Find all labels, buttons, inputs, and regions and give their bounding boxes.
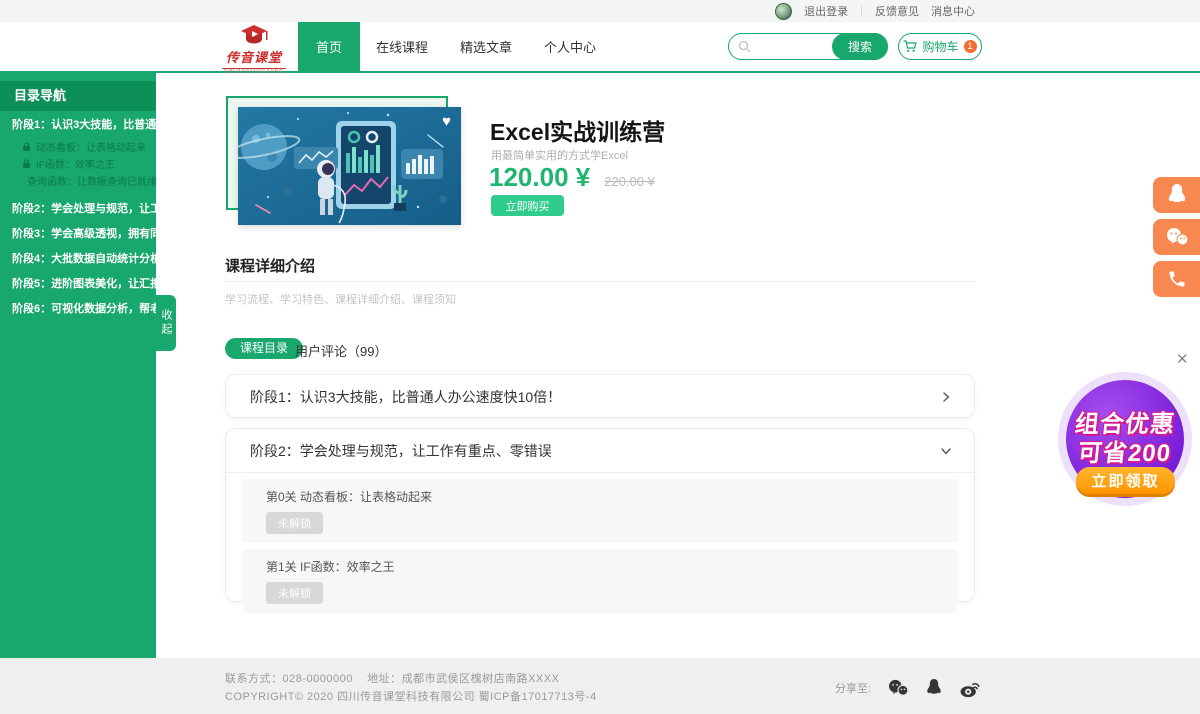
sidebar-stage-3[interactable]: 阶段3：学会高级透视，拥有同时... <box>0 220 156 245</box>
lesson-title: 第0关 动态看板：让表格动起来 <box>266 488 934 505</box>
chevron-down-icon <box>940 445 952 457</box>
logout-link[interactable]: 退出登录 <box>804 3 848 19</box>
footer-address: 地址：成都市武侯区槐树店南路XXXX <box>367 673 559 685</box>
stage-1-header[interactable]: 阶段1：认识3大技能，比普通人办公速度快10倍！ <box>226 375 974 419</box>
nav-item-courses[interactable]: 在线课程 <box>360 22 444 71</box>
heart-icon[interactable]: ♥ <box>442 113 451 130</box>
stage-1-title: 阶段1：认识3大技能，比普通人办公速度快10倍！ <box>250 387 561 407</box>
footer-contact-line: 联系方式：028-0000000 地址：成都市武侯区槐树店南路XXXX <box>225 670 559 686</box>
float-wechat-button[interactable] <box>1153 219 1200 255</box>
search-button[interactable]: 搜索 <box>832 33 888 60</box>
chevron-right-icon <box>940 391 952 403</box>
nav-item-home[interactable]: 首页 <box>298 22 360 71</box>
sidebar-lesson-label: 动态看板：让表格动起来 <box>36 139 146 154</box>
cart-label: 购物车 <box>922 38 958 55</box>
lock-icon <box>22 159 31 169</box>
share-wechat-icon[interactable] <box>887 679 909 697</box>
course-cover-image[interactable]: ♥ <box>238 107 461 225</box>
detail-section-title: 课程详细介绍 <box>225 255 315 276</box>
phone-icon <box>1167 269 1187 289</box>
lock-icon <box>22 142 31 152</box>
lesson-row[interactable]: 第0关 动态看板：让表格动起来 未解锁 <box>242 479 958 543</box>
course-cover-illustration <box>238 107 461 225</box>
sidebar-collapse-button[interactable]: 收起 <box>156 295 176 351</box>
share-weibo-icon[interactable] <box>959 679 981 698</box>
sidebar-stage-2-label: 阶段2：学会处理与规范，让工作... <box>12 200 181 216</box>
footer: 联系方式：028-0000000 地址：成都市武侯区槐树店南路XXXX COPY… <box>0 658 1200 714</box>
sidebar-stage-1[interactable]: 阶段1：认识3大技能，比普通人... <box>0 111 156 136</box>
section-divider <box>225 281 975 282</box>
logo-title: 传音课堂 <box>226 50 282 65</box>
user-avatar[interactable] <box>775 3 792 20</box>
sidebar-title: 目录导航 <box>0 81 156 111</box>
lesson-locked-badge: 未解锁 <box>266 582 323 604</box>
logo-graduation-cap-icon <box>237 25 271 49</box>
cart-count-badge: 1 <box>964 40 977 53</box>
stage-2-title: 阶段2：学会处理与规范，让工作有重点、零错误 <box>250 441 552 461</box>
sidebar-stage-4-label: 阶段4：大批数据自动统计分析，... <box>12 250 181 266</box>
detail-summary: 学习流程、学习特色、课程详细介绍、课程须知 <box>225 291 456 307</box>
promo-line-1: 组合优惠 <box>1073 410 1176 439</box>
cart-button[interactable]: 购物车 1 <box>898 33 982 60</box>
logo[interactable]: 传音课堂 CHUANYINKETANG <box>222 25 286 75</box>
topbar: 退出登录 | 反馈意见 消息中心 <box>0 0 1200 22</box>
promo-close-icon[interactable]: ✕ <box>1176 350 1189 368</box>
search-bar: 搜索 <box>728 33 888 60</box>
float-qq-button[interactable] <box>1153 177 1200 213</box>
original-price: 220.00 ¥ <box>604 174 655 189</box>
sidebar-stage-3-label: 阶段3：学会高级透视，拥有同时... <box>12 225 181 241</box>
lesson-row[interactable]: 第1关 IF函数：效率之王 未解锁 <box>242 549 958 613</box>
stage-2-header[interactable]: 阶段2：学会处理与规范，让工作有重点、零错误 <box>226 429 974 473</box>
topbar-right: 退出登录 | 反馈意见 消息中心 <box>775 0 975 22</box>
tab-course-catalog[interactable]: 课程目录 <box>225 338 303 359</box>
sidebar-stage-2[interactable]: 阶段2：学会处理与规范，让工作... <box>0 195 156 220</box>
collapse-label: 收起 <box>158 309 174 337</box>
sidebar-stage-4[interactable]: 阶段4：大批数据自动统计分析，... <box>0 245 156 270</box>
nav-item-articles[interactable]: 精选文章 <box>444 22 528 71</box>
tab-user-comments[interactable]: 用户评论（99） <box>295 341 387 360</box>
sidebar-lesson-item[interactable]: 动态看板：让表格动起来 <box>0 138 156 155</box>
lesson-title: 第1关 IF函数：效率之王 <box>266 558 934 575</box>
sidebar-stage-1-children: 动态看板：让表格动起来 IF函数：效率之王 查询函数：让数据查询已就绪 <box>0 138 156 189</box>
catalog-sidebar: 目录导航 阶段1：认识3大技能，比普通人... 动态看板：让表格动起来 IF函数… <box>0 73 156 658</box>
promo-claim-button[interactable]: 立即领取 <box>1076 467 1175 494</box>
buy-now-button[interactable]: 立即购买 <box>491 195 564 216</box>
sidebar-stage-1-label: 阶段1：认识3大技能，比普通人... <box>12 116 176 132</box>
sidebar-lesson-item[interactable]: IF函数：效率之王 <box>0 155 156 172</box>
current-price: 120.00 ¥ <box>489 162 590 193</box>
share-label: 分享至: <box>835 680 871 696</box>
price-row: 120.00 ¥ 220.00 ¥ <box>489 162 655 193</box>
sidebar-stage-6[interactable]: 阶段6：可视化数据分析，帮老板... <box>0 295 156 320</box>
lesson-locked-badge: 未解锁 <box>266 512 323 534</box>
float-phone-button[interactable] <box>1153 261 1200 297</box>
sidebar-stage-5[interactable]: 阶段5：进阶图表美化，让汇报一... <box>0 270 156 295</box>
sidebar-lesson-label: 查询函数：让数据查询已就绪 <box>27 173 157 188</box>
feedback-link[interactable]: 反馈意见 <box>875 3 919 19</box>
shopping-cart-icon <box>903 40 917 53</box>
header: 传音课堂 CHUANYINKETANG 首页 在线课程 精选文章 个人中心 搜索… <box>0 22 1200 73</box>
share-qq-icon[interactable] <box>925 678 943 698</box>
sidebar-lesson-item[interactable]: 查询函数：让数据查询已就绪 <box>0 172 156 189</box>
sidebar-stage-5-label: 阶段5：进阶图表美化，让汇报一... <box>12 275 181 291</box>
footer-contact: 联系方式：028-0000000 <box>225 673 353 685</box>
course-title: Excel实战训练营 <box>490 113 665 147</box>
search-icon <box>738 40 751 53</box>
promo-line-2: 可省200 <box>1077 439 1173 468</box>
page: 退出登录 | 反馈意见 消息中心 传音课堂 CHUANYINKETANG 首页 … <box>0 0 1200 714</box>
main-nav: 首页 在线课程 精选文章 个人中心 <box>298 22 612 71</box>
topbar-divider: | <box>860 5 863 17</box>
qq-penguin-icon <box>1166 183 1188 207</box>
sidebar-lesson-label: IF函数：效率之王 <box>36 156 115 171</box>
course-subtitle: 用最简单实用的方式学Excel <box>491 147 628 163</box>
nav-item-profile[interactable]: 个人中心 <box>528 22 612 71</box>
messages-link[interactable]: 消息中心 <box>931 3 975 19</box>
footer-copyright: COPYRIGHT© 2020 四川传音课堂科技有限公司 蜀ICP备170177… <box>225 688 597 704</box>
wechat-icon <box>1165 227 1189 247</box>
footer-share: 分享至: <box>835 678 981 698</box>
stage-1-card: 阶段1：认识3大技能，比普通人办公速度快10倍！ <box>225 374 975 418</box>
stage-2-card: 阶段2：学会处理与规范，让工作有重点、零错误 第0关 动态看板：让表格动起来 未… <box>225 428 975 602</box>
